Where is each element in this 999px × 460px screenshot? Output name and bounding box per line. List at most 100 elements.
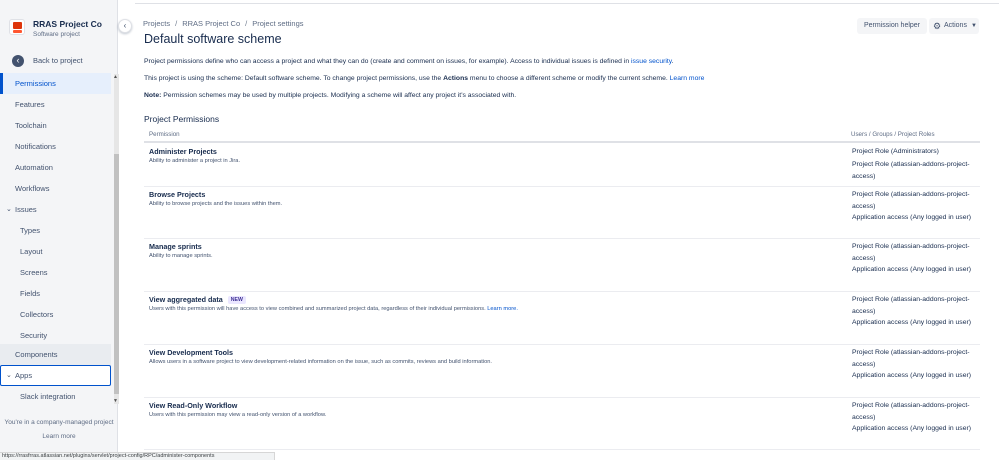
learn-more-link[interactable]: Learn more <box>0 433 118 440</box>
sidebar-item-notifications[interactable]: Notifications <box>0 136 111 157</box>
permission-description: Ability to browse projects and the issue… <box>149 201 283 207</box>
grant-entry: Project Role (atlassian-addons-project-a… <box>852 296 970 315</box>
sidebar-item-collectors[interactable]: Collectors <box>0 304 111 325</box>
sidebar-item-label: Layout <box>20 247 43 256</box>
arrow-left-icon: ‹ <box>12 55 24 67</box>
table-row: Browse Projects Ability to browse projec… <box>144 187 980 239</box>
sidebar-item-automation[interactable]: Automation <box>0 157 111 178</box>
sidebar-item-layout[interactable]: Layout <box>0 241 111 262</box>
sidebar-item-toolchain[interactable]: Toolchain <box>0 115 111 136</box>
scrollbar-thumb[interactable] <box>114 154 119 394</box>
grant-entry: Project Role (Administrators) <box>852 148 939 155</box>
breadcrumb-projects[interactable]: Projects <box>143 19 170 28</box>
learn-more-link[interactable]: Learn more <box>670 75 705 82</box>
grant-entry: Application access (Any logged in user) <box>852 214 972 221</box>
sidebar-item-issues[interactable]: ⌄ Issues <box>0 199 111 220</box>
sidebar-item-label: Apps <box>15 371 33 380</box>
scroll-down-arrow-icon[interactable]: ▼ <box>113 398 118 404</box>
sidebar-item-apps[interactable]: ⌄ Apps <box>0 365 111 386</box>
table-row: Administer Projects Ability to administe… <box>144 144 980 187</box>
permission-description: Users with this permission will have acc… <box>149 306 518 312</box>
column-header-permission: Permission <box>149 131 180 138</box>
chevron-down-icon: ⌄ <box>6 372 12 379</box>
note-label: Note: <box>144 92 162 99</box>
sidebar-item-label: Security <box>20 331 48 340</box>
sidebar-item-fields[interactable]: Fields <box>0 283 111 304</box>
sidebar-item-security[interactable]: Security <box>0 325 111 346</box>
permission-description-text: Users with this permission will have acc… <box>149 306 488 312</box>
sidebar-item-label: Slack integration <box>20 392 76 401</box>
sidebar-item-label: Features <box>15 100 45 109</box>
permissions-table-header: Permission Users / Groups / Project Role… <box>144 127 980 143</box>
gear-icon: ⚙ <box>933 21 942 31</box>
table-row: View Development Tools Allows users in a… <box>144 345 980 398</box>
actions-button[interactable]: ⚙ Actions ▼ <box>929 18 979 34</box>
sidebar-item-label: Screens <box>20 268 48 277</box>
sidebar-item-permissions[interactable]: Permissions <box>0 73 111 94</box>
project-header[interactable]: RRAS Project Co Software project <box>0 14 118 44</box>
new-badge: NEW <box>227 296 246 304</box>
back-to-project-label: Back to project <box>33 56 83 65</box>
permission-name: View Read-Only Workflow <box>149 401 238 410</box>
sidebar-item-features[interactable]: Features <box>0 94 111 115</box>
sidebar-item-label: Collectors <box>20 310 54 319</box>
project-sidebar: RRAS Project Co Software project ‹ Back … <box>0 0 119 460</box>
sidebar-item-label: Types <box>20 226 41 235</box>
scheme-paragraph: This project is using the scheme: Defaul… <box>144 75 704 82</box>
permission-description: Ability to administer a project in Jira. <box>149 158 241 164</box>
column-header-grants: Users / Groups / Project Roles <box>851 131 935 138</box>
scheme-text: This project is using the scheme: Defaul… <box>144 75 444 82</box>
actions-label: Actions <box>944 22 967 29</box>
sidebar-scrollbar[interactable] <box>114 74 119 404</box>
grant-entry: Application access (Any logged in user) <box>852 425 972 432</box>
section-heading: Project Permissions <box>144 114 220 124</box>
permission-name: Browse Projects <box>149 190 206 199</box>
breadcrumb-separator: / <box>245 19 248 28</box>
project-avatar-icon <box>9 19 25 35</box>
sidebar-item-slack-integration[interactable]: Slack integration <box>0 386 111 407</box>
table-row: View Read-Only Workflow Users with this … <box>144 398 980 450</box>
permission-name-text: View aggregated data <box>149 295 223 304</box>
grant-entry: Application access (Any logged in user) <box>852 319 972 326</box>
table-row: Manage sprints Ability to manage sprints… <box>144 239 980 292</box>
sidebar-item-label: Toolchain <box>15 121 47 130</box>
browser-status-url: https://rrasfrras.atlassian.net/plugins/… <box>0 452 275 460</box>
grant-entry: Application access (Any logged in user) <box>852 266 972 273</box>
sidebar-item-workflows[interactable]: Workflows <box>0 178 111 199</box>
back-to-project-link[interactable]: ‹ Back to project <box>0 52 118 70</box>
breadcrumb-separator: / <box>175 19 178 28</box>
scroll-up-arrow-icon[interactable]: ▲ <box>113 74 118 80</box>
intro-text: Project permissions define who can acces… <box>144 58 631 65</box>
learn-more-link[interactable]: Learn more. <box>487 306 518 312</box>
sidebar-item-label: Issues <box>15 205 37 214</box>
sidebar-item-screens[interactable]: Screens <box>0 262 111 283</box>
permission-name: View aggregated data NEW <box>149 295 246 304</box>
permission-description: Ability to manage sprints. <box>149 253 213 259</box>
grant-entry: Project Role (atlassian-addons-project-a… <box>852 243 970 262</box>
grant-entry: Project Role (atlassian-addons-project-a… <box>852 349 970 368</box>
project-name: RRAS Project Co <box>33 19 102 29</box>
note-paragraph: Note: Permission schemes may be used by … <box>144 92 516 99</box>
top-navigation-edge <box>135 0 999 4</box>
sidebar-item-label: Fields <box>20 289 41 298</box>
grant-entry: Application access (Any logged in user) <box>852 372 972 379</box>
grant-entry: Project Role (atlassian-addons-project-a… <box>852 191 970 210</box>
issue-security-link[interactable]: issue security <box>631 58 672 65</box>
grant-entry: Project Role (atlassian-addons-project-a… <box>852 161 970 180</box>
sidebar-item-types[interactable]: Types <box>0 220 111 241</box>
note-text: Permission schemes may be used by multip… <box>161 92 517 99</box>
intro-text-end: . <box>671 58 674 65</box>
breadcrumb-project-settings[interactable]: Project settings <box>252 19 303 28</box>
collapse-sidebar-button[interactable]: ‹ <box>118 19 132 33</box>
company-managed-note: You're in a company-managed project <box>4 419 114 426</box>
permission-description: Allows users in a software project to vi… <box>149 359 492 365</box>
scheme-text-mid: menu to choose a different scheme or mod… <box>468 75 670 82</box>
sidebar-item-components[interactable]: Components <box>0 344 111 365</box>
breadcrumb-project[interactable]: RRAS Project Co <box>182 19 240 28</box>
actions-bold: Actions <box>443 75 469 82</box>
chevron-down-icon: ▼ <box>971 23 977 29</box>
permission-helper-button[interactable]: Permission helper <box>857 18 927 34</box>
breadcrumb: Projects / RRAS Project Co / Project setting… <box>143 19 304 28</box>
intro-paragraph: Project permissions define who can acces… <box>144 58 674 65</box>
permission-name: Manage sprints <box>149 242 202 251</box>
